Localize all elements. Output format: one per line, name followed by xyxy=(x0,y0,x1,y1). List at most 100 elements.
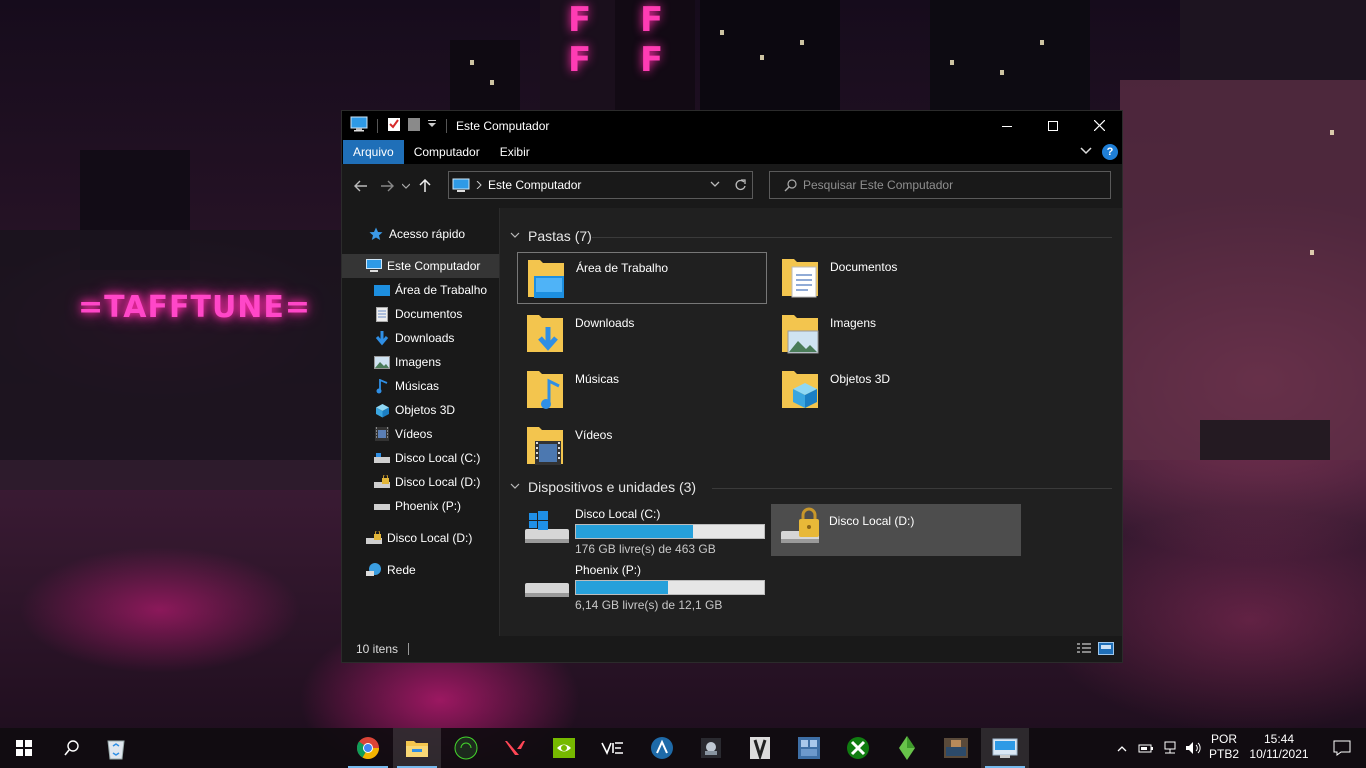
nav-disk-d[interactable]: Disco Local (D:) xyxy=(342,470,499,494)
address-dropdown-icon[interactable] xyxy=(710,181,720,189)
details-view-icon[interactable] xyxy=(1076,642,1092,658)
nav-videos[interactable]: Vídeos xyxy=(342,422,499,446)
taskbar-app-sims[interactable] xyxy=(883,728,931,768)
back-button[interactable] xyxy=(348,173,374,199)
taskbar-app-game-2[interactable] xyxy=(932,728,980,768)
recycle-bin-icon xyxy=(107,740,125,760)
tab-view[interactable]: Exibir xyxy=(490,140,540,164)
drive-phoenix[interactable]: Phoenix (P:) 6,14 GB livre(s) de 12,1 GB xyxy=(517,560,767,612)
recent-locations-button[interactable] xyxy=(400,173,412,199)
desktop-folder-icon xyxy=(526,256,570,302)
maximize-button[interactable] xyxy=(1030,111,1076,140)
game-icon xyxy=(750,737,770,760)
item-count: 10 itens xyxy=(356,642,399,656)
search-input[interactable]: Pesquisar Este Computador xyxy=(769,171,1111,199)
folder-videos[interactable]: Vídeos xyxy=(517,420,767,472)
folder-desktop[interactable]: Área de Trabalho xyxy=(517,252,767,304)
search-icon xyxy=(784,178,797,192)
taskbar-app-aurora[interactable] xyxy=(638,728,686,768)
taskbar-app-chrome[interactable] xyxy=(344,728,392,768)
large-icons-view-icon[interactable] xyxy=(1098,642,1114,658)
neon-letter-decoration: F xyxy=(640,40,664,80)
minimize-button[interactable] xyxy=(984,111,1030,140)
ribbon-tabs: Arquivo Computador Exibir ? xyxy=(342,140,1122,164)
nav-desktop[interactable]: Área de Trabalho xyxy=(342,278,499,302)
drive-icon xyxy=(374,498,390,514)
nav-music[interactable]: Músicas xyxy=(342,374,499,398)
taskbar-app-xbox[interactable] xyxy=(834,728,882,768)
tab-file[interactable]: Arquivo xyxy=(343,140,404,164)
folder-3d-objects[interactable]: Objetos 3D xyxy=(772,364,1022,416)
video-icon xyxy=(374,426,390,442)
chevron-right-icon[interactable] xyxy=(476,181,482,189)
neon-letter-decoration: F xyxy=(568,40,592,80)
volume-tray-icon[interactable] xyxy=(1182,728,1206,768)
picture-icon xyxy=(374,354,390,370)
download-icon xyxy=(374,330,390,346)
drive-c[interactable]: Disco Local (C:) 176 GB livre(s) de 463 … xyxy=(517,504,767,556)
windows-logo-icon xyxy=(16,740,32,756)
forward-button[interactable] xyxy=(374,173,400,199)
action-center-button[interactable] xyxy=(1318,728,1366,768)
new-folder-icon[interactable] xyxy=(407,116,421,135)
nav-3d-objects[interactable]: Objetos 3D xyxy=(342,398,499,422)
taskbar-app-game[interactable] xyxy=(736,728,784,768)
taskbar-app-this-pc[interactable] xyxy=(981,728,1029,768)
nav-documents[interactable]: Documentos xyxy=(342,302,499,326)
taskbar-app-valorant[interactable] xyxy=(491,728,539,768)
tab-computer[interactable]: Computador xyxy=(404,140,490,164)
folder-music[interactable]: Músicas xyxy=(517,364,767,416)
nav-item-label: Este Computador xyxy=(387,259,481,273)
locked-drive-icon xyxy=(777,507,825,553)
input-language-indicator[interactable]: POR PTB2 xyxy=(1206,732,1242,762)
group-header-folders[interactable]: Pastas (7) xyxy=(510,226,592,246)
nav-network[interactable]: Rede xyxy=(342,558,499,582)
nav-disk-c[interactable]: Disco Local (C:) xyxy=(342,446,499,470)
clock[interactable]: 15:44 10/11/2021 xyxy=(1244,732,1314,762)
neon-sign: =TAFFTUNE= xyxy=(78,290,312,325)
start-button[interactable] xyxy=(0,728,48,768)
folder-pictures[interactable]: Imagens xyxy=(772,308,1022,360)
taskbar-app-steam[interactable] xyxy=(687,728,735,768)
nav-downloads[interactable]: Downloads xyxy=(342,326,499,350)
group-header-devices[interactable]: Dispositivos e unidades (3) xyxy=(510,477,696,497)
up-button[interactable] xyxy=(412,173,438,199)
refresh-icon[interactable] xyxy=(734,179,746,191)
window-title: Este Computador xyxy=(456,118,550,133)
taskbar-app-razer[interactable] xyxy=(442,728,490,768)
folder-label: Área de Trabalho xyxy=(576,261,669,275)
game-thumbnail-icon xyxy=(944,738,968,758)
nav-quick-access[interactable]: Acesso rápido xyxy=(342,222,499,246)
drive-d[interactable]: Disco Local (D:) xyxy=(771,504,1021,556)
show-hidden-icons-button[interactable] xyxy=(1110,728,1134,768)
taskbar-app-file-explorer[interactable] xyxy=(393,728,441,768)
network-tray-icon[interactable] xyxy=(1158,728,1182,768)
search-icon xyxy=(64,740,79,756)
nav-this-pc[interactable]: Este Computador xyxy=(342,254,499,278)
nav-phoenix-p[interactable]: Phoenix (P:) xyxy=(342,494,499,518)
battery-tray-icon[interactable] xyxy=(1134,728,1158,768)
this-pc-icon xyxy=(992,738,1018,758)
drive-free-space: 6,14 GB livre(s) de 12,1 GB xyxy=(575,598,723,612)
taskbar-app-gs[interactable] xyxy=(785,728,833,768)
nav-item-label: Documentos xyxy=(395,307,463,321)
expand-ribbon-icon[interactable] xyxy=(1080,145,1092,159)
chevron-down-icon xyxy=(510,482,520,493)
taskbar-app-nvidia[interactable] xyxy=(540,728,588,768)
nav-disk-d-root[interactable]: Disco Local (D:) xyxy=(342,526,499,550)
search-button[interactable] xyxy=(48,728,96,768)
nav-pictures[interactable]: Imagens xyxy=(342,350,499,374)
close-button[interactable] xyxy=(1076,111,1122,140)
nav-item-label: Músicas xyxy=(395,379,440,393)
address-bar[interactable]: Este Computador xyxy=(448,171,753,199)
customize-quick-access-icon[interactable] xyxy=(427,116,437,135)
title-bar: Este Computador xyxy=(342,111,1122,140)
folder-downloads[interactable]: Downloads xyxy=(517,308,767,360)
folder-documents[interactable]: Documentos xyxy=(772,252,1022,304)
nav-item-label: Rede xyxy=(387,563,416,577)
properties-icon[interactable] xyxy=(387,116,401,135)
navigation-pane: Acesso rápido Este Computador Área de Tr… xyxy=(342,208,499,637)
help-icon[interactable]: ? xyxy=(1102,144,1118,160)
recycle-bin-button[interactable] xyxy=(92,728,140,768)
taskbar-app-rainbow-six[interactable] xyxy=(589,728,637,768)
